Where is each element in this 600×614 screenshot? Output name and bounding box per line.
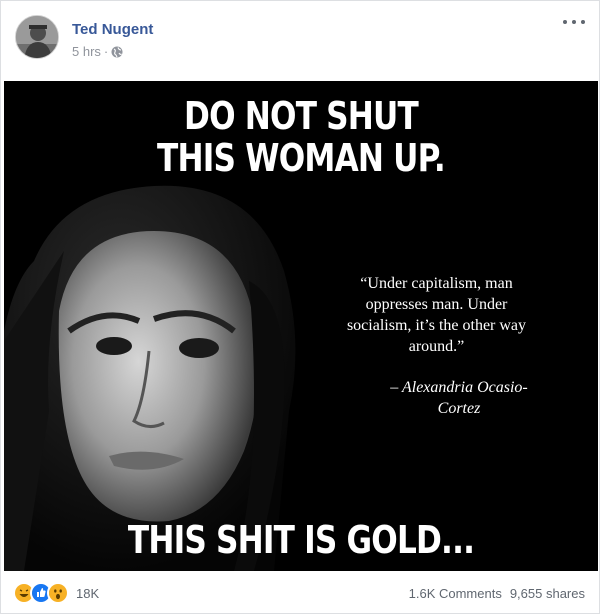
image-bottom-caption: THIS SHIT IS GOLD... (127, 518, 475, 562)
shares-count[interactable]: 9,655 shares (510, 586, 585, 601)
reactions-summary[interactable]: 18K (13, 582, 99, 604)
reaction-count[interactable]: 18K (76, 586, 99, 601)
attribution-line: Cortez (437, 400, 481, 417)
globe-icon[interactable] (111, 46, 123, 58)
facebook-post: Ted Nugent 5 hrs · DO NOT SHUT THIS WOMA… (0, 0, 600, 614)
more-options-icon[interactable] (563, 15, 585, 29)
dot (563, 20, 567, 24)
quote-attribution: – Alexandria Ocasio- Cortez (364, 377, 554, 419)
post-meta: 5 hrs · (72, 44, 123, 59)
post-time[interactable]: 5 hrs (72, 44, 101, 59)
post-header: Ted Nugent 5 hrs · (1, 1, 599, 79)
headline-line: DO NOT SHUT (184, 94, 419, 138)
quote-line: oppresses man. Under (365, 296, 508, 313)
quote-line: socialism, it’s the other way (346, 317, 527, 334)
wow-icon (47, 582, 69, 604)
post-footer: 18K 1.6K Comments 9,655 shares (1, 578, 599, 610)
headline-line: THIS WOMAN UP. (157, 136, 446, 180)
author-avatar[interactable] (15, 15, 59, 59)
quote-line: “Under capitalism, man (360, 275, 513, 292)
image-headline: DO NOT SHUT THIS WOMAN UP. (57, 95, 544, 179)
comments-count[interactable]: 1.6K Comments (409, 586, 502, 601)
quote-text: “Under capitalism, man oppresses man. Un… (319, 273, 554, 357)
meta-separator: · (103, 44, 109, 59)
attribution-line: – Alexandria Ocasio- (390, 379, 528, 396)
footer-stats: 1.6K Comments 9,655 shares (409, 586, 585, 601)
avatar-photo (16, 16, 58, 58)
dot (572, 20, 576, 24)
dot (581, 20, 585, 24)
author-name[interactable]: Ted Nugent (72, 21, 153, 38)
quote-line: around.” (408, 338, 465, 355)
post-image[interactable]: DO NOT SHUT THIS WOMAN UP. “Under capita… (4, 81, 598, 571)
